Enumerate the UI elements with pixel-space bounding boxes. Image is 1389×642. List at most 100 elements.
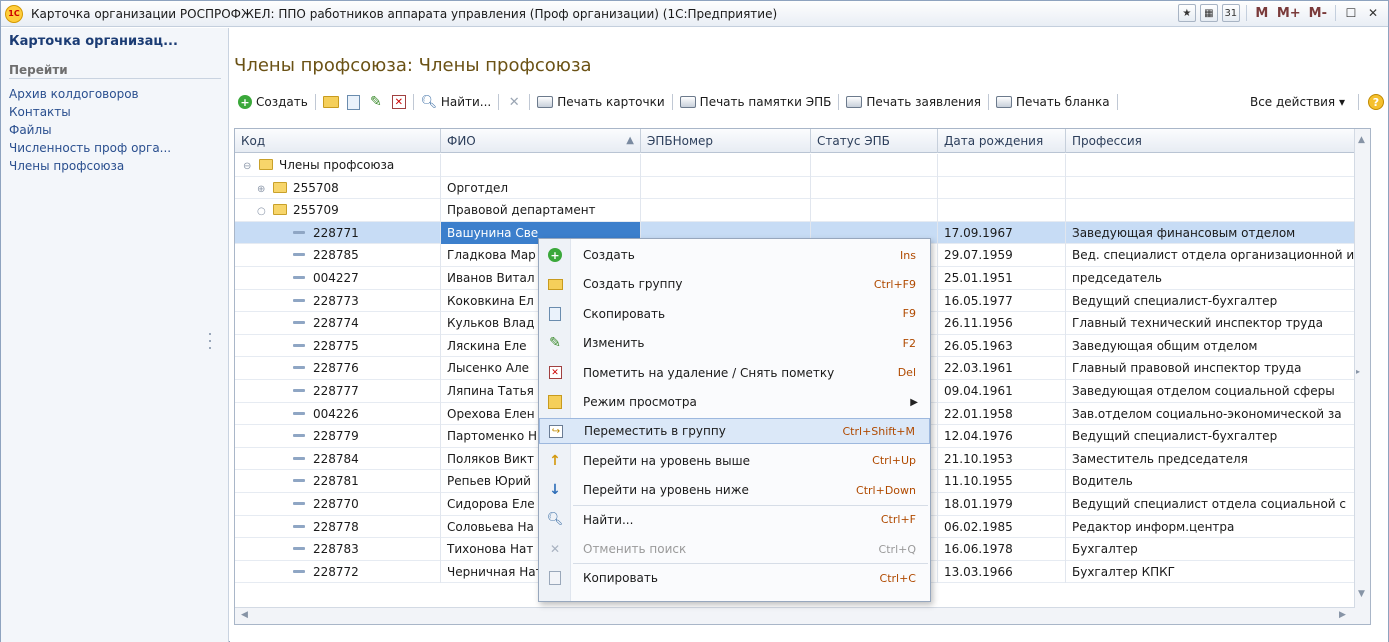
folder-icon (273, 181, 287, 193)
sidebar-item-files[interactable]: Файлы (9, 121, 171, 139)
menu-item-label: Переместить в группу (584, 424, 726, 439)
row-code: 228779 (313, 429, 359, 444)
menu-item-shortcut: Del (897, 366, 916, 380)
sidebar-title[interactable]: Карточка организац... (9, 34, 178, 49)
vertical-scrollbar[interactable]: ▲ ▸ ▼ (1354, 129, 1370, 624)
column-header-fio[interactable]: ФИО ▲ (441, 129, 641, 153)
menu-item[interactable]: Создать группу Ctrl+F9 (539, 271, 930, 297)
expand-icon[interactable]: ⊕ (257, 179, 267, 200)
menu-item[interactable]: + Создать Ins (539, 242, 930, 268)
calendar-icon[interactable]: 31 (1221, 4, 1240, 22)
menu-item-label: Найти... (583, 512, 634, 527)
memory-button[interactable]: M (1253, 4, 1271, 22)
cell-code: ⊕ 255708 (235, 176, 441, 200)
item-marker-icon (293, 343, 305, 347)
menu-item[interactable]: 🔍︎ Найти... Ctrl+F (539, 507, 930, 533)
cell-profession (1066, 154, 1355, 177)
menu-item[interactable]: Режим просмотра ▶ (539, 389, 930, 415)
scroll-thumb[interactable]: ▸ (1356, 367, 1360, 376)
menu-item-label: Отменить поиск (583, 542, 687, 556)
edit-button[interactable]: ✎ (364, 91, 388, 113)
title-bar: 1С Карточка организации РОСПРОФЖЕЛ: ППО … (1, 1, 1388, 27)
scroll-right-icon[interactable]: ▶ (1339, 610, 1346, 620)
cell-profession: Бухгалтер (1066, 538, 1355, 561)
item-marker-icon (293, 569, 305, 573)
sidebar-item-members[interactable]: Члены профсоюза (9, 157, 171, 175)
print-card-button[interactable]: Печать карточки (533, 91, 668, 113)
memory-minus-button[interactable]: M- (1307, 4, 1329, 22)
group-code: 255708 (293, 180, 339, 195)
cell-code: 228771 (235, 221, 441, 245)
group-open-icon[interactable]: ○ (257, 201, 267, 222)
column-header-epb-number[interactable]: ЭПБНомер (641, 129, 811, 153)
all-actions-button[interactable]: Все действия ▾ (1246, 91, 1349, 113)
cell-fio (441, 154, 641, 177)
search-icon: 🔍︎ (420, 94, 438, 110)
print-application-button[interactable]: Печать заявления (842, 91, 985, 113)
panel-resize-grip[interactable] (209, 328, 213, 368)
print-memo-button[interactable]: Печать памятки ЭПБ (676, 91, 836, 113)
navigation-panel: Карточка организац... Перейти Архив колд… (1, 28, 229, 642)
calculator-icon[interactable]: ▦ (1199, 4, 1218, 22)
close-icon[interactable]: ✕ (1364, 4, 1382, 22)
menu-item[interactable]: Копировать Ctrl+C (539, 565, 930, 591)
menu-item[interactable]: ✕ Пометить на удаление / Снять пометку Del (539, 360, 930, 386)
menu-item-shortcut: Ctrl+F (880, 513, 916, 527)
1c-logo-icon: 1С (5, 4, 23, 23)
menu-item[interactable]: ↪ Переместить в группу Ctrl+Shift+M (539, 418, 930, 445)
help-icon[interactable]: ? (1368, 94, 1384, 110)
item-marker-icon (293, 524, 305, 528)
find-button-label: Найти... (440, 95, 492, 109)
menu-item-shortcut: Ctrl+Q (878, 542, 916, 556)
create-button[interactable]: + Создать (234, 91, 312, 113)
find-button[interactable]: 🔍︎ Найти... (417, 91, 495, 113)
memory-plus-button[interactable]: M+ (1275, 4, 1303, 22)
column-header-code[interactable]: Код (235, 129, 441, 153)
mark-delete-button[interactable]: ✕ (388, 91, 410, 113)
column-header-birth-date[interactable]: Дата рождения (938, 129, 1066, 153)
cancel-search-button[interactable]: ✕ (502, 91, 526, 113)
collapse-icon[interactable]: ⊖ (243, 156, 253, 177)
table-row-group[interactable]: ⊕ 255708 Орготдел (235, 176, 1355, 200)
cell-profession: Заместитель председателя (1066, 447, 1355, 471)
cell-dob: 26.05.1963 (938, 334, 1066, 358)
cell-dob: 21.10.1953 (938, 447, 1066, 471)
create-group-button[interactable] (319, 91, 343, 113)
move-to-group-icon: ↪ (548, 423, 564, 439)
page-title: Члены профсоюза: Члены профсоюза (234, 55, 592, 76)
menu-item[interactable]: ↓ Перейти на уровень ниже Ctrl+Down (539, 477, 930, 503)
table-row-group[interactable]: ⊖ Члены профсоюза (235, 154, 1355, 177)
level-up-icon: ↑ (549, 452, 561, 469)
menu-item[interactable]: ↑ Перейти на уровень выше Ctrl+Up (539, 448, 930, 474)
cell-code: 004227 (235, 266, 441, 290)
menu-item[interactable]: ✎ Изменить F2 (539, 330, 930, 356)
separator (988, 94, 990, 110)
separator (498, 94, 500, 110)
row-code: 228771 (313, 225, 359, 240)
column-header-epb-status[interactable]: Статус ЭПБ (811, 129, 938, 153)
group-label: Члены профсоюза (279, 158, 395, 172)
item-marker-icon (293, 321, 305, 325)
sidebar-item-headcount[interactable]: Численность проф орга... (9, 139, 171, 157)
cell-status (811, 199, 938, 222)
column-header-profession[interactable]: Профессия (1066, 129, 1355, 153)
row-code: 228774 (313, 316, 359, 331)
table-row-group[interactable]: ○ 255709 Правовой департамент (235, 199, 1355, 222)
plus-icon: + (547, 247, 563, 263)
scroll-down-icon[interactable]: ▼ (1358, 589, 1365, 599)
sidebar-item-agreements-archive[interactable]: Архив колдоговоров (9, 85, 171, 103)
scroll-left-icon[interactable]: ◀ (241, 610, 248, 620)
scroll-up-icon[interactable]: ▲ (1358, 135, 1365, 145)
folder-icon (273, 204, 287, 216)
sidebar-item-contacts[interactable]: Контакты (9, 103, 171, 121)
maximize-icon[interactable]: ☐ (1342, 4, 1360, 22)
cell-profession: председатель (1066, 266, 1355, 290)
horizontal-scrollbar[interactable]: ◀ ▶ (235, 607, 1355, 624)
print-memo-label: Печать памятки ЭПБ (699, 95, 832, 109)
copy-button[interactable] (343, 91, 364, 113)
favorites-icon[interactable]: ★ (1177, 4, 1196, 22)
cell-profession: Бухгалтер КПКГ (1066, 560, 1355, 584)
menu-item[interactable]: Скопировать F9 (539, 301, 930, 327)
print-form-button[interactable]: Печать бланка (992, 91, 1114, 113)
separator (1335, 5, 1336, 21)
